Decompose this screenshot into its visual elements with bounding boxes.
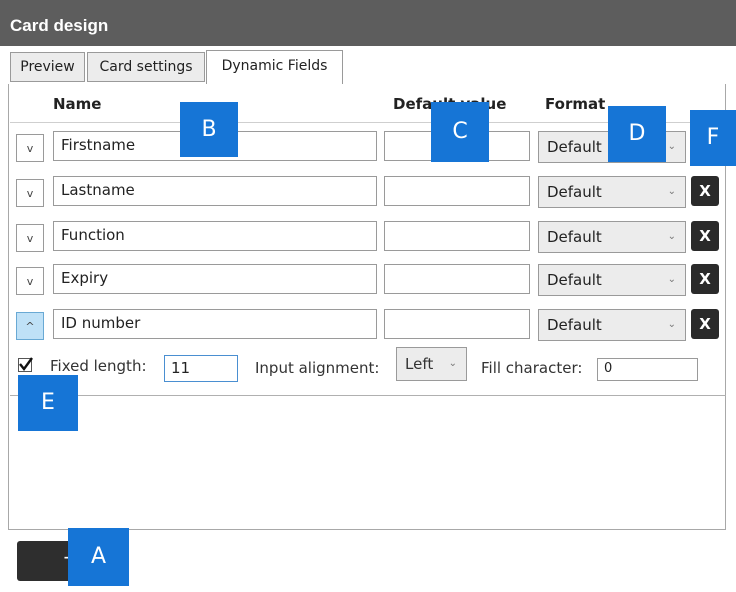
column-header-format: Format: [545, 95, 606, 113]
default-value-input[interactable]: [384, 176, 530, 206]
input-alignment-select[interactable]: Left ⌄: [396, 347, 467, 381]
tab-card-settings[interactable]: Card settings: [87, 52, 205, 82]
fixed-length-checkbox[interactable]: [18, 357, 33, 372]
checkmark-icon: [19, 357, 33, 371]
format-select-value: Default: [547, 183, 602, 201]
format-select-value: Default: [547, 271, 602, 289]
fixed-length-input[interactable]: 11: [164, 355, 238, 382]
tab-dynamic-fields[interactable]: Dynamic Fields: [206, 50, 343, 84]
fill-character-input[interactable]: 0: [597, 358, 698, 381]
chevron-down-icon: ⌄: [667, 274, 676, 285]
format-select[interactable]: Default ⌄: [538, 309, 686, 341]
input-alignment-label: Input alignment:: [255, 359, 380, 377]
field-name-input[interactable]: Function: [53, 221, 377, 251]
fixed-length-label: Fixed length:: [50, 357, 147, 375]
chevron-down-icon: ⌄: [667, 231, 676, 242]
expand-toggle-button[interactable]: v: [16, 179, 44, 207]
tab-preview[interactable]: Preview: [10, 52, 85, 82]
title-bar: Card design: [0, 0, 736, 46]
column-header-name: Name: [53, 95, 102, 113]
delete-field-button[interactable]: X: [691, 176, 719, 206]
annotation-marker-a: A: [68, 528, 129, 586]
delete-field-button[interactable]: X: [691, 309, 719, 339]
annotation-marker-c: C: [431, 102, 489, 162]
expand-toggle-button[interactable]: v: [16, 134, 44, 162]
annotation-marker-b: B: [180, 102, 238, 157]
default-value-input[interactable]: [384, 309, 530, 339]
format-select-value: Default: [547, 138, 602, 156]
fill-character-label: Fill character:: [481, 359, 583, 377]
chevron-down-icon: ⌄: [667, 319, 676, 330]
field-name-input[interactable]: Expiry: [53, 264, 377, 294]
chevron-down-icon: ⌄: [667, 186, 676, 197]
format-select-value: Default: [547, 228, 602, 246]
chevron-down-icon: ⌄: [448, 358, 457, 369]
format-select[interactable]: Default ⌄: [538, 264, 686, 296]
fields-list[interactable]: [10, 122, 726, 396]
field-name-input[interactable]: ID number: [53, 309, 377, 339]
expand-toggle-button[interactable]: v: [16, 224, 44, 252]
format-select-value: Default: [547, 316, 602, 334]
annotation-marker-f: F: [690, 110, 736, 166]
format-select[interactable]: Default ⌄: [538, 221, 686, 253]
field-name-input[interactable]: Lastname: [53, 176, 377, 206]
default-value-input[interactable]: [384, 264, 530, 294]
annotation-marker-e: E: [18, 375, 78, 431]
delete-field-button[interactable]: X: [691, 264, 719, 294]
format-select[interactable]: Default ⌄: [538, 176, 686, 208]
default-value-input[interactable]: [384, 221, 530, 251]
input-alignment-value: Left: [405, 355, 434, 373]
window-title: Card design: [10, 16, 109, 35]
collapse-toggle-button[interactable]: ^: [16, 312, 44, 340]
expand-toggle-button[interactable]: v: [16, 267, 44, 295]
delete-field-button[interactable]: X: [691, 221, 719, 251]
annotation-marker-d: D: [608, 106, 666, 162]
chevron-down-icon: ⌄: [667, 141, 676, 152]
